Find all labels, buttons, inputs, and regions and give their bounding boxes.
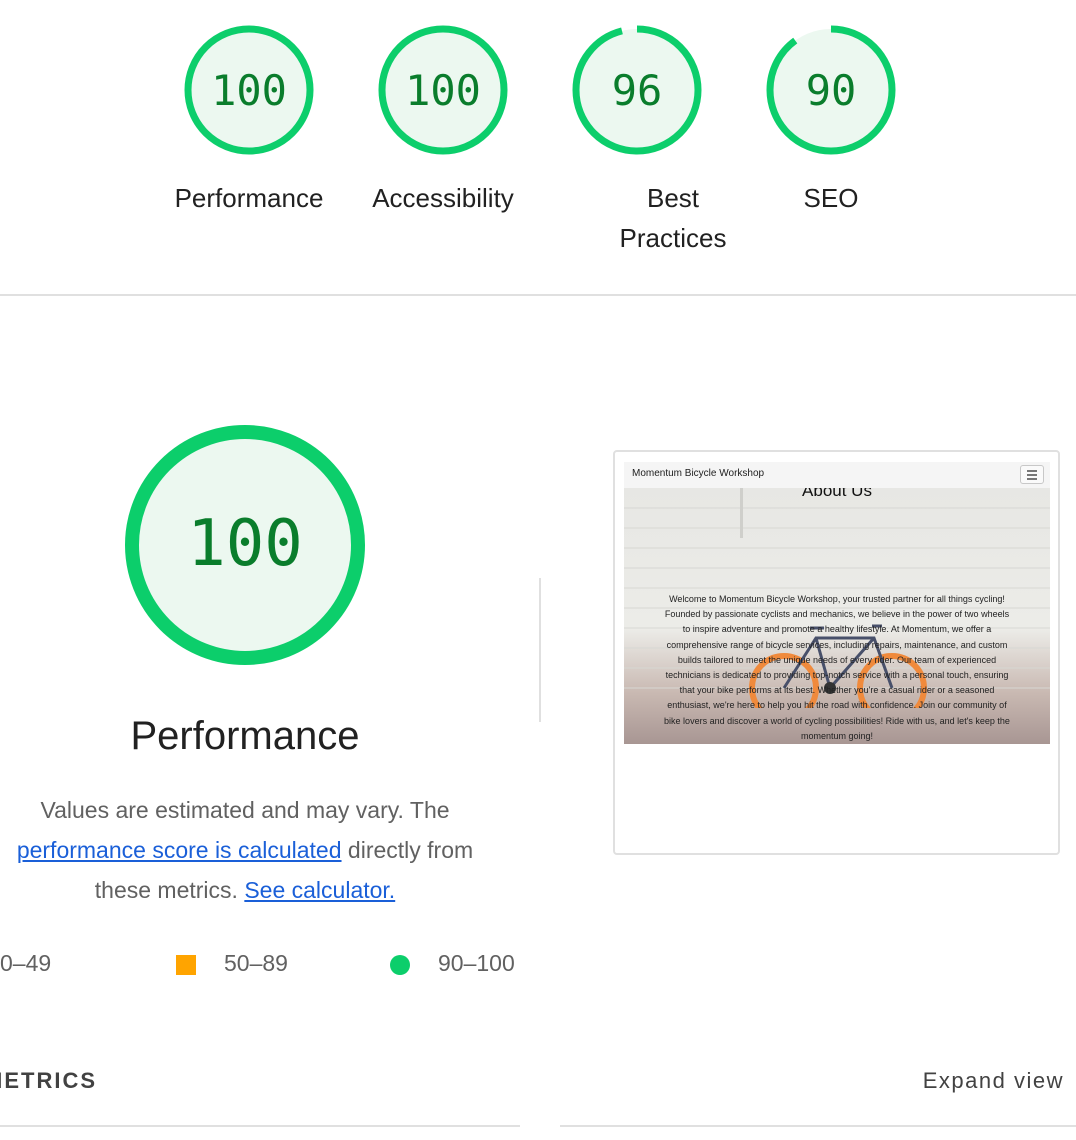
vertical-separator	[539, 578, 541, 722]
hamburger-menu-icon	[1020, 465, 1044, 484]
final-screenshot[interactable]: Momentum Bicycle Workshop About Us Welco…	[613, 450, 1060, 855]
see-calculator-link[interactable]: See calculator.	[244, 877, 395, 903]
section-divider	[0, 294, 1076, 296]
legend-pass: 90–100	[390, 945, 515, 981]
gauge-seo[interactable]: 90 SEO	[751, 24, 911, 218]
gauge-label: Accessibility	[372, 183, 514, 213]
gauge-best-practices[interactable]: 96 Best Practices	[557, 24, 726, 258]
gauge-label: SEO	[803, 183, 859, 213]
expand-view-button[interactable]: Expand view	[923, 1068, 1064, 1094]
screenshot-heading: About Us	[802, 488, 872, 500]
fail-range: 0–49	[0, 950, 52, 976]
pass-range: 90–100	[438, 950, 515, 976]
gauge-score: 100	[211, 66, 287, 115]
metrics-rule-left	[0, 1125, 520, 1127]
desc-text: Values are estimated and may vary. The	[40, 797, 450, 823]
screenshot-navbar: Momentum Bicycle Workshop	[624, 462, 1050, 488]
metrics-header: METRICS	[0, 1068, 97, 1094]
gauge-score: 90	[806, 66, 857, 115]
gauge-ring-icon: 90	[766, 25, 896, 155]
screenshot-body-text: Welcome to Momentum Bicycle Workshop, yo…	[664, 594, 1010, 741]
legend-average: 50–89	[176, 945, 288, 981]
gauge-ring-icon: 100	[184, 25, 314, 155]
average-range: 50–89	[224, 950, 288, 976]
performance-title: Performance	[130, 714, 360, 758]
gauge-score: 96	[612, 66, 663, 115]
metrics-label: METRICS	[0, 1068, 97, 1093]
gauge-label: Performance	[174, 183, 324, 213]
average-square-icon	[176, 954, 196, 975]
screenshot-hero: About Us Welcome to Momentum Bicycle Wor…	[624, 488, 1050, 744]
gauge-performance[interactable]: 100 Performance	[169, 24, 329, 218]
performance-ring-icon: 100	[125, 425, 365, 665]
gauge-ring-icon: 96	[572, 25, 702, 155]
performance-description: Values are estimated and may vary. The p…	[0, 790, 490, 910]
screenshot-brand: Momentum Bicycle Workshop	[632, 468, 765, 479]
pass-circle-icon	[390, 954, 410, 975]
metrics-rule-right	[560, 1125, 1076, 1127]
legend-fail: 0–49	[0, 945, 51, 981]
performance-gauge: 100	[121, 421, 369, 674]
score-calculated-link[interactable]: performance score is calculated	[17, 837, 342, 863]
gauge-accessibility[interactable]: 100 Accessibility	[363, 24, 523, 218]
performance-score: 100	[187, 507, 303, 581]
gauge-ring-icon: 100	[378, 25, 508, 155]
gauge-score: 100	[405, 66, 481, 115]
category-gauges: 100 Performance 100 Accessibility 96 Bes…	[0, 0, 1076, 295]
